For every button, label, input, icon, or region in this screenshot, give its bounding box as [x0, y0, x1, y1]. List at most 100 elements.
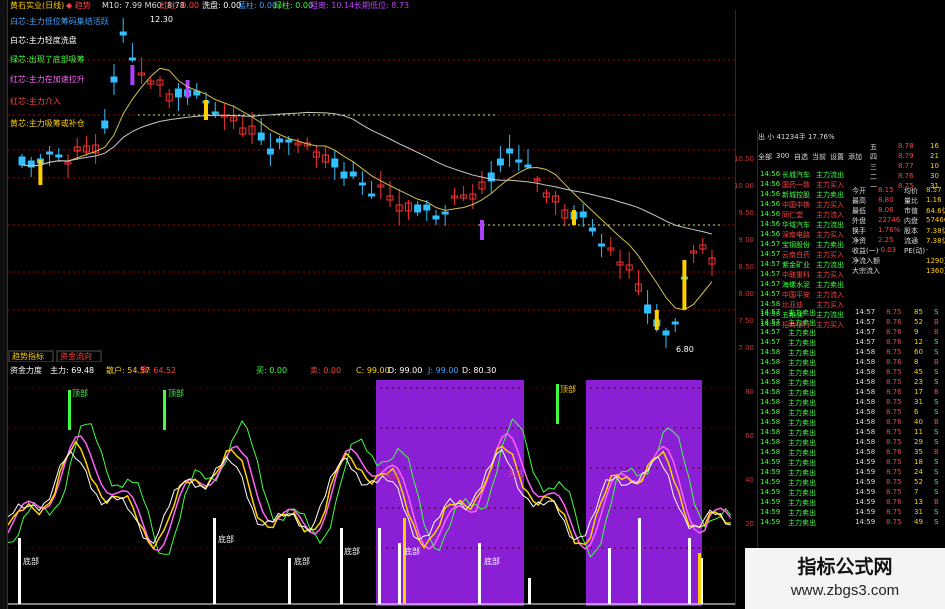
- tick-side: S: [934, 428, 939, 436]
- tick-side: S: [934, 478, 939, 486]
- tick-time: 14:59: [760, 468, 781, 476]
- axis-tick: 7.50: [738, 317, 754, 325]
- tick-price: 8.75: [886, 308, 902, 316]
- axis-tick: 9.50: [738, 209, 754, 217]
- axis-tick: 9.00: [738, 236, 754, 244]
- tick-volume: 60: [914, 348, 923, 356]
- tick-time: 14:58: [760, 408, 781, 416]
- chart-annotation: 白芯:主力低位筹码集结活跃: [10, 16, 109, 26]
- news-time: 14:56: [760, 230, 781, 238]
- news-row[interactable]: 14:57 紫金矿业 主力流出: [758, 260, 945, 270]
- signal-bar: [698, 553, 701, 604]
- tick-price: 8.76: [886, 338, 902, 346]
- tick-side: B: [934, 448, 939, 456]
- ask-label: 五: [870, 143, 877, 151]
- tick-note: 主力卖出: [788, 449, 816, 457]
- signal-bar: [18, 538, 21, 604]
- news-row[interactable]: 14:57 海螺水泥 主力卖出: [758, 280, 945, 290]
- signal-bar: [528, 578, 531, 604]
- lower-indicator-value: D: 80.30: [462, 366, 497, 375]
- lower-indicator-name[interactable]: 资金力度: [10, 366, 42, 375]
- news-row[interactable]: 14:56 深南电路 主力买入: [758, 230, 945, 240]
- upper-price-chart[interactable]: 12.30 白芯:主力低位筹码集结活跃白芯:主力轻度洗盘绿芯:出现了底部吸筹红芯:…: [8, 10, 735, 362]
- news-row[interactable]: 14:57 云南白药 主力买入: [758, 250, 945, 260]
- candle-body: [128, 57, 136, 61]
- signal-bar: [288, 558, 291, 604]
- signal-label: 关注: [384, 470, 400, 480]
- ask-volume: 16: [930, 142, 939, 150]
- news-row[interactable]: 14:57 中国平安 主力流入: [758, 290, 945, 300]
- lower-indicator-value: C: 99.00: [356, 366, 390, 375]
- lower-indicator-value: 卖: 0.00: [310, 366, 342, 375]
- tick-volume: 31: [914, 398, 923, 406]
- news-time: 14:57: [760, 270, 781, 278]
- tick-note: 主力卖出: [788, 499, 816, 507]
- tick-time: 14:58: [760, 368, 781, 376]
- tick-row: 14:58 主力卖出 14:58 8.75 31 S: [758, 398, 945, 408]
- signal-label: 顶部: [168, 388, 184, 398]
- tick-side: B: [934, 388, 939, 396]
- news-row[interactable]: 14:56 国药一致 主力买入: [758, 180, 945, 190]
- indicator-value: 洗盘: 0.00: [202, 1, 242, 10]
- chart-annotation: 12.30: [150, 15, 173, 24]
- news-row[interactable]: 14:56 同仁堂 主力流入: [758, 210, 945, 220]
- lower-capital-chart[interactable]: 顶部 顶部 顶部底部底部底部底部 底部底部关注 关注: [8, 368, 735, 606]
- tick-time: 14:58: [760, 438, 781, 446]
- tick-row: 14:57 主力卖出 14:57 8.76 9 B: [758, 328, 945, 338]
- tick-time: 14:58: [855, 428, 876, 436]
- tick-side: S: [934, 338, 939, 346]
- candle-body: [110, 76, 118, 83]
- news-row[interactable]: 14:57 中联重科 主力买入: [758, 270, 945, 280]
- tick-row: 14:59 主力卖出 14:59 8.75 31 S: [758, 508, 945, 518]
- axis-tick: 40: [745, 476, 754, 484]
- tick-note: 主力卖出: [788, 439, 816, 447]
- tick-volume: 8: [914, 358, 919, 366]
- lower-indicator-value: 买: 0.00: [256, 366, 288, 375]
- news-name: 紫金矿业: [782, 261, 810, 269]
- chart-top-bar: 黄石实业(日线) ◆ 趋势 M10: 7.99 M60: 8.78 红柱: 0.…: [10, 1, 740, 10]
- news-time: 14:57: [760, 250, 781, 258]
- tick-note: 主力卖出: [788, 389, 816, 397]
- stock-title[interactable]: 黄石实业(日线): [10, 1, 64, 10]
- tick-side: S: [934, 378, 939, 386]
- tick-side: S: [934, 518, 939, 526]
- signal-bar: [688, 538, 691, 604]
- lower-indicator-value: 主力: 69.48: [50, 366, 95, 375]
- tick-side: B: [934, 418, 939, 426]
- ask-row: 五 8.78 16: [758, 142, 945, 152]
- candle-body: [515, 159, 523, 163]
- quote-panel: 出 小 41234手 17.76% 全部 300 自选 当前 设置 添加五 8.78 16 四 8.…: [757, 130, 945, 606]
- tick-time: 14:58: [855, 378, 876, 386]
- news-name: 海螺水泥: [782, 281, 810, 289]
- lower-header: 资金力度 主力: 69.48 散户: 54.57 乘: 64.52 买: 0.00 卖:…: [10, 366, 730, 375]
- tick-row: 14:59 主力卖出 14:59 8.75 7 S: [758, 488, 945, 498]
- news-name: 深南电路: [782, 231, 810, 239]
- tick-time: 14:57: [855, 338, 876, 346]
- tick-price: 8.75: [886, 438, 902, 446]
- news-time: 14:56: [760, 200, 781, 208]
- tick-row: 14:58 主力卖出 14:58 8.75 23 S: [758, 378, 945, 388]
- news-row[interactable]: 14:56 中国中铁 主力买入: [758, 200, 945, 210]
- candle-body: [368, 193, 376, 197]
- news-row[interactable]: 14:56 华域汽车 主力流出: [758, 220, 945, 230]
- candle-body: [174, 88, 182, 98]
- chart-annotation: 红芯:主力在加速拉升: [10, 74, 85, 84]
- news-row[interactable]: 14:56 长城汽车 主力流出: [758, 170, 945, 180]
- news-row[interactable]: 14:57 宝钢股份 主力卖出: [758, 240, 945, 250]
- tick-time: 14:59: [760, 518, 781, 526]
- tick-row: 14:58 主力卖出 14:58 8.75 29 S: [758, 438, 945, 448]
- tick-time: 14:58: [760, 348, 781, 356]
- tick-note: 主力卖出: [788, 409, 816, 417]
- tick-note: 主力卖出: [788, 399, 816, 407]
- signal-bar: [478, 543, 481, 604]
- tick-price: 8.76: [886, 358, 902, 366]
- tick-side: S: [934, 308, 939, 316]
- tick-side: B: [934, 318, 939, 326]
- ask-price: 8.78: [898, 142, 914, 150]
- news-row[interactable]: 14:56 新城控股 主力卖出: [758, 190, 945, 200]
- ask-volume: 21: [930, 152, 939, 160]
- tick-row: 14:59 主力卖出 14:59 8.75 49 S: [758, 518, 945, 528]
- candle-body: [524, 164, 532, 168]
- tick-note: 主力卖出: [788, 459, 816, 467]
- signal-bar: [130, 65, 135, 85]
